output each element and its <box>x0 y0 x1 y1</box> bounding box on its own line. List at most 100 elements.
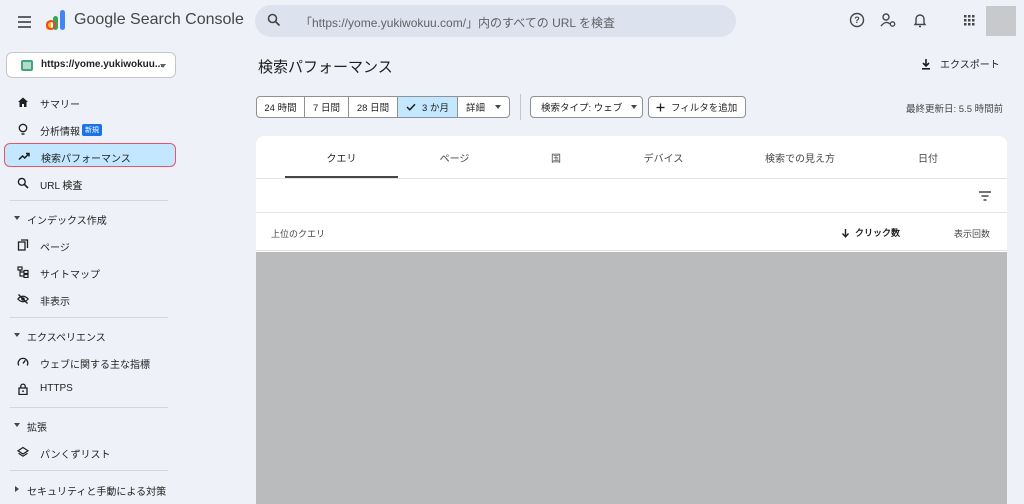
search-type-filter[interactable]: 検索タイプ: ウェブ <box>530 96 643 118</box>
layers-icon <box>17 446 29 457</box>
date-range-7d[interactable]: 7 日間 <box>305 97 349 117</box>
chevron-down-icon <box>495 105 501 109</box>
sitemap-icon <box>17 266 29 278</box>
chevron-down-icon <box>14 333 20 337</box>
column-header-query[interactable]: 上位のクエリ <box>271 227 325 240</box>
export-button[interactable]: エクスポート <box>920 56 1000 71</box>
tab-dates[interactable]: 日付 <box>874 136 982 179</box>
section-enhancements[interactable]: 拡張 <box>0 414 178 436</box>
chevron-down-icon <box>14 216 20 220</box>
arrow-down-icon <box>841 228 850 238</box>
tab-label: デバイス <box>643 154 684 165</box>
trending-up-icon <box>18 152 30 161</box>
filter-icon[interactable] <box>978 190 992 202</box>
table-header: 上位のクエリ クリック数 表示回数 <box>256 213 1007 251</box>
check-icon <box>406 103 416 111</box>
menu-icon-bar <box>17 26 31 28</box>
date-range-selector: 24 時間 7 日間 28 日間 3 か月 詳細 <box>256 96 510 118</box>
plus-icon <box>656 103 665 111</box>
toolbar-divider <box>520 94 521 120</box>
sidebar-item-pages[interactable]: ページ <box>0 233 178 257</box>
main-menu-button[interactable] <box>12 10 36 34</box>
sidebar-divider <box>10 200 168 201</box>
sidebar-item-label: 分析情報 <box>40 127 80 138</box>
tab-label: ページ <box>439 154 470 165</box>
section-experience[interactable]: エクスペリエンス <box>0 324 178 346</box>
sidebar-item-performance[interactable]: 検索パフォーマンス <box>4 143 176 167</box>
menu-icon-bar <box>17 21 31 23</box>
date-range-28d[interactable]: 28 日間 <box>349 97 398 117</box>
sidebar-item-url-inspection[interactable]: URL 検査 <box>0 171 178 195</box>
chevron-down-icon <box>631 105 638 109</box>
tab-devices[interactable]: デバイス <box>601 136 726 179</box>
results-card: クエリ ページ 国 デバイス 検索での見え方 日付 上位のクエリ クリック数 表… <box>256 136 1007 504</box>
tab-label: 国 <box>551 154 561 165</box>
date-range-label: 3 か月 <box>422 103 449 114</box>
chevron-down-icon <box>160 64 166 68</box>
search-input[interactable]: 「https://yome.yukiwokuu.com/」内のすべての URL … <box>300 14 615 31</box>
section-title: 拡張 <box>27 423 47 434</box>
help-icon[interactable]: ? <box>848 11 866 29</box>
top-bar: Google Search Console 「https://yome.yuki… <box>0 0 1024 44</box>
sidebar-item-insights[interactable]: 分析情報 新規 <box>0 117 178 141</box>
section-security[interactable]: セキュリティと手動による対策 <box>0 478 178 500</box>
section-indexing[interactable]: インデックス作成 <box>0 207 178 229</box>
app-title: Google Search Console <box>74 11 244 28</box>
date-range-label: 詳細 <box>465 103 485 114</box>
chevron-down-icon <box>14 423 20 427</box>
search-console-logo[interactable] <box>44 9 68 31</box>
sidebar-item-breadcrumbs[interactable]: パンくずリスト <box>0 440 178 464</box>
tab-queries[interactable]: クエリ <box>285 136 398 179</box>
lock-icon <box>18 383 28 395</box>
add-filter-label: フィルタを追加 <box>671 103 738 114</box>
table-filter-row <box>256 179 1007 213</box>
sidebar-item-core-web-vitals[interactable]: ウェブに関する主な指標 <box>0 350 178 374</box>
chevron-right-icon <box>15 486 19 492</box>
account-avatar[interactable] <box>986 6 1016 36</box>
section-title: セキュリティと手動による対策 <box>27 487 167 498</box>
sidebar-item-sitemaps[interactable]: サイトマップ <box>0 260 178 284</box>
settings-user-icon[interactable] <box>879 11 897 29</box>
search-icon <box>267 13 281 27</box>
sidebar-item-https[interactable]: HTTPS <box>0 377 178 401</box>
selected-tab-indicator <box>285 176 398 178</box>
add-filter-button[interactable]: フィルタを追加 <box>648 96 746 118</box>
menu-icon-bar <box>17 16 31 18</box>
tab-pages[interactable]: ページ <box>398 136 511 179</box>
sidebar-item-label: ウェブに関する主な指標 <box>40 360 150 371</box>
date-range-label: 28 日間 <box>356 103 390 114</box>
sidebar-divider <box>10 317 168 318</box>
apps-grid-icon[interactable] <box>960 11 978 29</box>
new-badge: 新規 <box>82 124 102 136</box>
sidebar-item-label: 非表示 <box>40 297 70 308</box>
property-selector[interactable]: https://yome.yukiwokuu... <box>6 52 176 78</box>
tab-label: クエリ <box>326 154 357 165</box>
dimension-tabs: クエリ ページ 国 デバイス 検索での見え方 日付 <box>256 136 1007 179</box>
url-inspection-search[interactable]: 「https://yome.yukiwokuu.com/」内のすべての URL … <box>255 5 736 37</box>
section-title: インデックス作成 <box>27 216 107 227</box>
column-header-clicks[interactable]: クリック数 <box>841 226 900 239</box>
download-icon <box>922 58 930 70</box>
date-range-label: 7 日間 <box>313 103 340 114</box>
sidebar-item-summary[interactable]: サマリー <box>0 90 178 114</box>
column-header-impressions[interactable]: 表示回数 <box>954 227 990 240</box>
date-range-3m[interactable]: 3 か月 <box>398 97 458 117</box>
sidebar-item-label: サマリー <box>40 100 80 111</box>
sidebar-item-label: HTTPS <box>40 383 73 394</box>
tab-countries[interactable]: 国 <box>511 136 601 179</box>
column-header-label: クリック数 <box>855 228 901 238</box>
visibility-off-icon <box>17 294 29 304</box>
tab-search-appearance[interactable]: 検索での見え方 <box>726 136 874 179</box>
sidebar-item-label: サイトマップ <box>40 270 100 281</box>
tab-label: 検索での見え方 <box>765 154 835 165</box>
pages-icon <box>17 239 29 251</box>
svg-text:?: ? <box>854 15 860 25</box>
tab-label: 日付 <box>918 154 938 165</box>
date-range-custom[interactable]: 詳細 <box>458 97 509 117</box>
sidebar-item-removals[interactable]: 非表示 <box>0 287 178 311</box>
notifications-icon[interactable] <box>911 11 929 29</box>
date-range-24h[interactable]: 24 時間 <box>257 97 305 117</box>
speed-icon <box>17 357 29 366</box>
lightbulb-icon <box>18 123 28 135</box>
sidebar-item-label: ページ <box>40 243 70 254</box>
